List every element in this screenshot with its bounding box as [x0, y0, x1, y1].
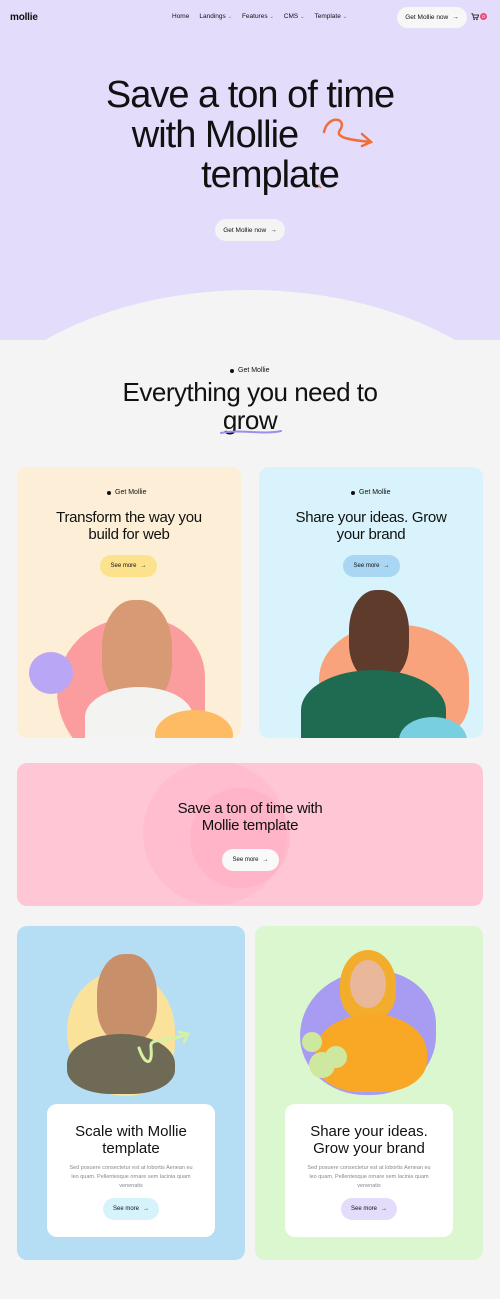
nav-link-label: Features: [241, 13, 268, 20]
arrow-right-icon: →: [381, 1206, 387, 1212]
feature-card-ideas: Share your ideas. Grow your brand Sed po…: [255, 926, 483, 1260]
nav-link-label: Landings: [199, 13, 226, 20]
eyebrow-label: Get Mollie: [238, 367, 270, 374]
card-eyebrow: Get Mollie: [107, 489, 147, 496]
arrow-right-icon: →: [452, 14, 459, 21]
hero-section: mollie Home Landings ⌄ Features ⌄ CMS ⌄ Tem…: [0, 0, 500, 340]
text-panel: Share your ideas. Grow your brand Sed po…: [285, 1104, 453, 1237]
arrow-right-icon: →: [262, 857, 269, 863]
decor-circle: [302, 1032, 322, 1052]
arrow-right-icon: →: [143, 1206, 149, 1212]
underline-scribble-icon: [220, 430, 282, 434]
panel-title: Scale with Mollie template: [75, 1123, 187, 1157]
button-label: See more: [110, 563, 137, 569]
nav-link-label: Template: [314, 13, 341, 20]
nav-link-features[interactable]: Features ⌄: [242, 13, 274, 20]
person-face: [350, 960, 386, 1008]
see-more-button[interactable]: See more →: [343, 555, 400, 577]
squiggle-arrow-icon: [318, 118, 374, 189]
eyebrow-label: Get Mollie: [359, 489, 391, 496]
nav-link-landings[interactable]: Landings ⌄: [199, 13, 232, 20]
nav-link-label: CMS: [283, 13, 299, 20]
nav-cta-label: Get Mollie now: [405, 14, 449, 21]
panel-description: Sed posuere consectetur est at lobortis …: [69, 1165, 193, 1189]
see-more-button[interactable]: See more →: [100, 555, 157, 577]
promo-banner: Save a ton of time with Mollie template …: [17, 763, 483, 906]
hero-cta-button[interactable]: Get Mollie now →: [215, 219, 285, 241]
card-eyebrow: Get Mollie: [351, 489, 391, 496]
eyebrow-label: Get Mollie: [115, 489, 147, 496]
decor-circle: [325, 1046, 347, 1068]
nav-link-cms[interactable]: CMS ⌄: [284, 13, 305, 20]
feature-card-scale: Scale with Mollie template Sed posuere c…: [17, 926, 245, 1260]
nav-cta-button[interactable]: Get Mollie now →: [397, 7, 467, 28]
see-more-button[interactable]: See more →: [341, 1198, 397, 1220]
logo[interactable]: mollie: [10, 12, 38, 23]
feature-card-brand: Get Mollie Share your ideas. Grow your b…: [259, 467, 483, 738]
button-label: See more: [232, 857, 259, 863]
arrow-right-icon: →: [383, 563, 390, 569]
chevron-down-icon: ⌄: [269, 13, 274, 20]
see-more-button[interactable]: See more →: [103, 1198, 159, 1220]
panel-description: Sed posuere consectetur est at lobortis …: [307, 1165, 431, 1189]
hero-title-line: with Mollie: [131, 114, 299, 156]
nav-link-home[interactable]: Home: [172, 13, 189, 20]
hero-title: Save a ton of time with Mollie template: [60, 75, 440, 195]
decor-circle: [29, 652, 73, 694]
button-label: See more: [112, 1206, 139, 1212]
features-eyebrow: Get Mollie: [230, 367, 270, 374]
chevron-down-icon: ⌄: [227, 13, 232, 20]
hero-divider-curve: [0, 290, 500, 340]
panel-title: Share your ideas. Grow your brand: [310, 1123, 428, 1157]
banner-title: Save a ton of time with Mollie template: [177, 800, 323, 834]
features-title: Everything you need to grow: [60, 378, 440, 434]
card-title: Share your ideas. Grow your brand: [295, 509, 447, 543]
button-label: See more: [353, 563, 380, 569]
nav-links: Home Landings ⌄ Features ⌄ CMS ⌄ Template ⌄: [172, 13, 347, 20]
text-panel: Scale with Mollie template Sed posuere c…: [47, 1104, 215, 1237]
person-photo: [349, 590, 409, 680]
button-label: See more: [350, 1206, 377, 1212]
hero-title-line: Save a ton of time: [105, 74, 395, 116]
chevron-down-icon: ⌄: [342, 13, 348, 20]
hero-title-line: template: [201, 154, 340, 196]
card-title: Transform the way you build for web: [56, 509, 202, 543]
hero-cta-label: Get Mollie now: [223, 226, 267, 234]
chevron-down-icon: ⌄: [300, 13, 305, 20]
cart-icon[interactable]: [471, 13, 480, 23]
arrow-right-icon: →: [270, 226, 277, 234]
bullet-dot-icon: [107, 490, 111, 495]
see-more-button[interactable]: See more →: [222, 849, 279, 871]
bullet-dot-icon: [351, 490, 355, 495]
feature-card-web: Get Mollie Transform the way you build f…: [17, 467, 241, 738]
features-title-line: Everything you need to: [122, 377, 378, 407]
squiggle-arrow-icon: [137, 1030, 191, 1063]
nav-link-label: Home: [172, 13, 190, 20]
nav-link-template[interactable]: Template ⌄: [314, 13, 347, 20]
cart-count-badge: 0: [480, 13, 487, 20]
arrow-right-icon: →: [140, 563, 147, 569]
top-nav: mollie Home Landings ⌄ Features ⌄ CMS ⌄ Tem…: [0, 0, 500, 34]
bullet-dot-icon: [230, 368, 234, 373]
